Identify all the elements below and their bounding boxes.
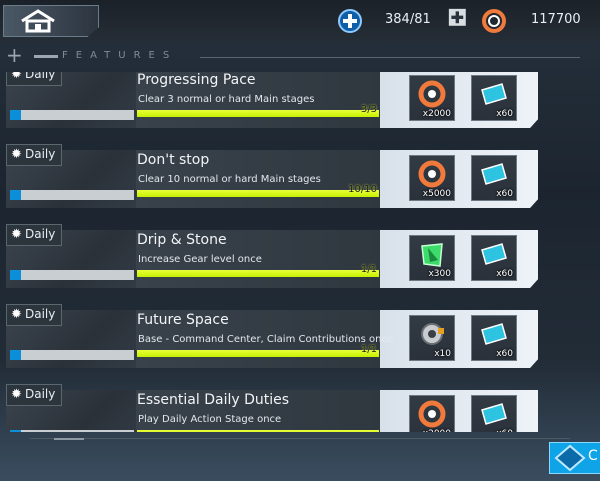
mission-title: Future Space [137, 312, 229, 328]
reward-item[interactable]: x5000 [409, 155, 455, 201]
reward-qty: x2000 [422, 109, 451, 119]
mission-desc: Base - Command Center, Claim Contributio… [138, 334, 394, 345]
ticket-icon [481, 163, 507, 185]
footer-divider [30, 438, 570, 439]
progress-bar: 3/3 [137, 104, 379, 117]
sun-icon: ✹ [11, 307, 22, 322]
sun-icon: ✹ [11, 72, 22, 82]
progress-bar: 1/1 [137, 344, 379, 357]
mission-title: Essential Daily Duties [137, 392, 290, 408]
mission-title: Don't stop [137, 152, 210, 168]
daily-tag: ✹ Daily [6, 72, 63, 86]
mission-marker-bar [10, 270, 134, 280]
home-icon [21, 9, 55, 33]
top-bar: 384/81 117700 [0, 0, 600, 42]
progress-count: 1/1 [360, 264, 377, 275]
diamond-icon [554, 444, 586, 472]
ticket-icon [481, 83, 507, 105]
marker-pip [10, 350, 21, 360]
mission-desc: Play Daily Action Stage once [138, 414, 282, 425]
mission-title: Progressing Pace [137, 72, 256, 88]
plus-icon [448, 8, 466, 26]
crosshair-icon: + [6, 43, 23, 67]
ticket-icon [481, 323, 507, 345]
sun-icon: ✹ [11, 147, 22, 162]
gear-ring-icon [418, 160, 446, 188]
mission-desc: Clear 3 normal or hard Main stages [138, 94, 315, 105]
mission-marker-bar [10, 110, 134, 120]
reward-qty: x10 [434, 349, 451, 359]
progress-count: 1/1 [360, 344, 377, 355]
mission-marker-bar [10, 190, 134, 200]
progress-bar: 1/1 [137, 264, 379, 277]
currency-value: 117700 [531, 12, 581, 27]
mission-desc: Increase Gear level once [138, 254, 262, 265]
reward-qty: x60 [496, 189, 513, 199]
ticket-icon [481, 403, 507, 425]
reward-item[interactable]: x300 [409, 235, 455, 281]
gear-part-icon [421, 323, 444, 345]
add-currency-button[interactable] [448, 8, 472, 34]
daily-tag: ✹ Daily [6, 144, 63, 166]
mission-card[interactable]: ✹ Daily Future Space Base - Command Cente… [6, 304, 538, 368]
gear-ring-icon [418, 80, 446, 108]
reward-qty: x300 [428, 269, 451, 279]
reward-item[interactable]: x60 [471, 75, 517, 121]
section-dash [34, 55, 58, 58]
reward-qty: x60 [496, 269, 513, 279]
mission-card[interactable]: ✹ Daily Drip & Stone Increase Gear level … [6, 224, 538, 288]
mission-card[interactable]: ✹ Daily Progressing Pace Clear 3 normal o… [6, 72, 538, 128]
ticket-icon [481, 243, 507, 265]
reward-item[interactable]: x2000 [409, 75, 455, 121]
daily-tag: ✹ Daily [6, 384, 63, 406]
sun-icon: ✹ [11, 227, 22, 242]
reward-item[interactable]: x60 [471, 395, 517, 432]
section-label: FEATURES [62, 50, 178, 61]
footer [0, 432, 600, 481]
gear-ring-icon [418, 400, 446, 428]
reward-qty: x60 [496, 349, 513, 359]
daily-tag: ✹ Daily [6, 224, 63, 246]
mission-marker-bar [10, 350, 134, 360]
reward-qty: x60 [496, 109, 513, 119]
progress-fill [137, 350, 379, 357]
confirm-button[interactable]: C [549, 442, 600, 474]
marker-pip [10, 190, 21, 200]
currency-resource: 117700 [481, 8, 591, 34]
reward-item[interactable]: x10 [409, 315, 455, 361]
stamina-value: 384/81 [385, 12, 431, 27]
mission-title: Drip & Stone [137, 232, 227, 248]
mission-desc: Clear 10 normal or hard Main stages [138, 174, 321, 185]
section-header: + FEATURES [0, 42, 600, 72]
progress-count: 10/10 [348, 184, 377, 195]
reward-item[interactable]: x60 [471, 155, 517, 201]
confirm-label: C [588, 448, 598, 464]
footer-accent [54, 438, 84, 440]
progress-bar: 10/10 [137, 184, 379, 197]
plus-circle-icon[interactable] [337, 8, 363, 34]
progress-fill [137, 270, 379, 277]
progress-fill [137, 110, 379, 117]
marker-pip [10, 270, 21, 280]
green-crystal-icon [421, 243, 443, 267]
reward-item[interactable]: x2000 [409, 395, 455, 432]
mission-card[interactable]: ✹ Daily Don't stop Clear 10 normal or har… [6, 144, 538, 208]
marker-pip [10, 110, 21, 120]
sun-icon: ✹ [11, 387, 22, 402]
daily-tag: ✹ Daily [6, 304, 63, 326]
gear-ring-icon [482, 9, 506, 33]
progress-fill [137, 190, 379, 197]
section-divider [200, 57, 580, 58]
progress-count: 3/3 [360, 104, 377, 115]
mission-list[interactable]: ✹ Daily Progressing Pace Clear 3 normal o… [0, 72, 600, 432]
reward-qty: x5000 [422, 189, 451, 199]
reward-item[interactable]: x60 [471, 235, 517, 281]
reward-item[interactable]: x60 [471, 315, 517, 361]
mission-card[interactable]: ✹ Daily Essential Daily Duties Play Daily… [6, 384, 538, 432]
home-button[interactable] [3, 5, 99, 37]
stamina-resource: 384/81 [337, 8, 447, 34]
